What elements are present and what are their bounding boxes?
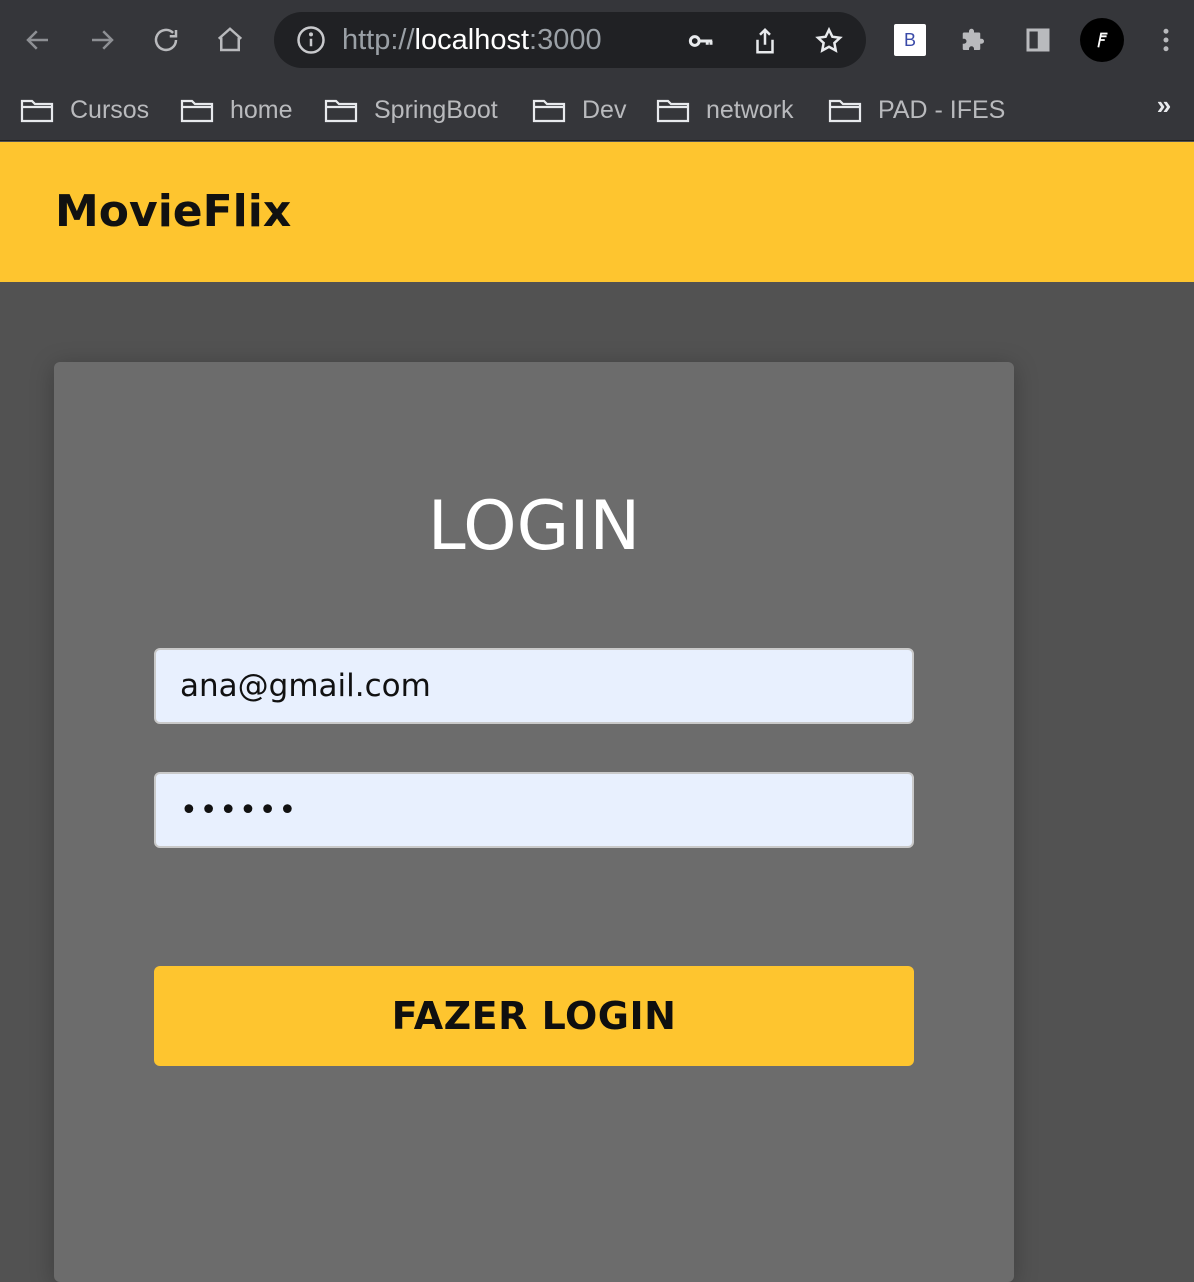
folder-icon (324, 99, 358, 123)
bookmark-label: network (706, 95, 794, 124)
extension-b-button[interactable]: B (894, 24, 926, 56)
folder-icon (656, 99, 690, 123)
kebab-menu-icon (1163, 28, 1169, 52)
side-panel-icon (1026, 28, 1050, 52)
folder-icon (20, 99, 54, 123)
home-button[interactable] (210, 20, 250, 60)
browser-toolbar: http://localhost:3000 B (0, 0, 1194, 80)
side-panel-button[interactable] (1018, 20, 1058, 60)
back-button[interactable] (18, 20, 58, 60)
share-icon (756, 27, 774, 54)
bookmark-folder[interactable]: home (180, 90, 293, 130)
bookmark-label: PAD - IFES (878, 95, 1006, 124)
profile-avatar[interactable] (1080, 18, 1124, 62)
bookmark-folder[interactable]: Dev (532, 90, 626, 130)
folder-icon (532, 99, 566, 123)
bookmark-label: Cursos (70, 95, 150, 124)
login-title: LOGIN (427, 487, 641, 566)
email-field[interactable] (154, 648, 914, 724)
url-text[interactable]: http://localhost:3000 (342, 22, 602, 58)
password-key-button[interactable] (684, 24, 718, 58)
reload-icon (154, 28, 178, 52)
bookmark-folder[interactable]: Cursos (20, 90, 149, 130)
bookmark-label: home (230, 95, 293, 124)
brand-logo[interactable]: MovieFlix (55, 182, 291, 242)
star-icon (815, 26, 843, 53)
profile-logo-icon (1097, 32, 1108, 48)
bookmark-star-button[interactable] (812, 24, 846, 58)
bookmark-folder[interactable]: network (656, 90, 794, 130)
bookmark-label: Dev (582, 95, 627, 124)
address-bar[interactable]: http://localhost:3000 (274, 12, 866, 68)
password-field[interactable] (154, 772, 914, 848)
bookmark-label: SpringBoot (374, 95, 498, 124)
share-button[interactable] (748, 24, 782, 58)
url-scheme: http:// (342, 24, 415, 56)
reload-button[interactable] (146, 20, 186, 60)
site-info-icon[interactable] (296, 25, 326, 55)
url-port: :3000 (529, 24, 602, 56)
bookmarks-bar: Cursos home SpringBoot Dev network PAD -… (0, 80, 1194, 141)
extensions-button[interactable] (954, 20, 994, 60)
bookmark-folder[interactable]: PAD - IFES (828, 90, 1005, 130)
folder-icon (828, 99, 862, 123)
puzzle-icon (962, 28, 984, 50)
home-icon (217, 27, 243, 52)
bookmark-folder[interactable]: SpringBoot (324, 90, 498, 130)
forward-button[interactable] (82, 20, 122, 60)
arrow-right-icon (92, 30, 114, 50)
bookmarks-overflow-button[interactable]: » (1150, 88, 1178, 122)
folder-icon (180, 99, 214, 123)
key-icon (688, 35, 713, 47)
browser-menu-button[interactable] (1146, 20, 1186, 60)
login-button[interactable]: FAZER LOGIN (154, 966, 914, 1066)
arrow-left-icon (26, 30, 48, 50)
url-host: localhost (414, 24, 530, 56)
